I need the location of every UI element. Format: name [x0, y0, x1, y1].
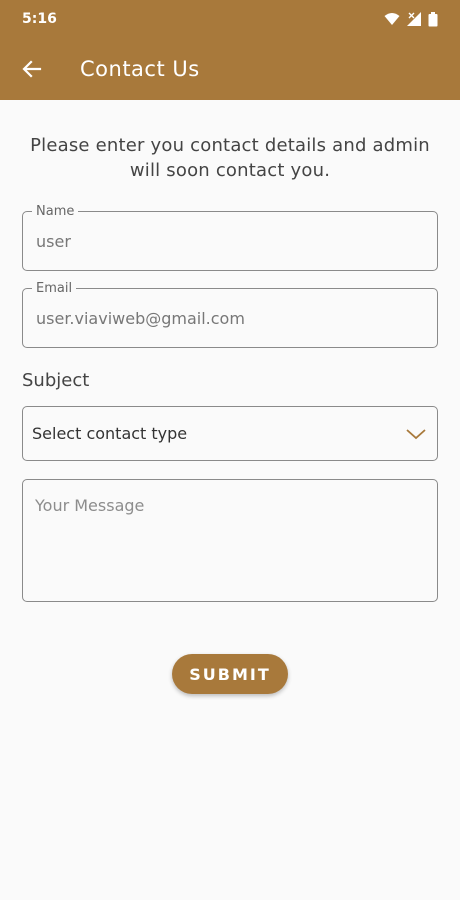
name-field[interactable]: Name	[22, 204, 438, 271]
toolbar: Contact Us	[0, 38, 460, 100]
back-button[interactable]	[0, 38, 64, 100]
submit-button[interactable]: SUBMIT	[172, 654, 288, 694]
name-input[interactable]	[36, 212, 426, 270]
subject-label: Subject	[22, 370, 90, 391]
page-title: Contact Us	[80, 57, 200, 81]
message-input[interactable]	[35, 496, 425, 591]
chevron-down-icon	[406, 428, 426, 439]
intro-text: Please enter you contact details and adm…	[30, 135, 430, 181]
contact-type-value: Select contact type	[32, 424, 188, 443]
email-input[interactable]	[36, 289, 426, 347]
status-time: 5:16	[22, 11, 57, 27]
wifi-icon	[384, 13, 400, 25]
message-field[interactable]	[22, 479, 438, 602]
email-field[interactable]: Email	[22, 281, 438, 348]
status-icons	[384, 11, 438, 27]
app-bar: 5:16 Contact Us	[0, 0, 460, 100]
status-bar: 5:16	[0, 0, 460, 38]
contact-type-select[interactable]: Select contact type	[22, 406, 438, 461]
signal-icon	[407, 12, 421, 26]
battery-icon	[428, 11, 438, 26]
arrow-left-icon	[22, 60, 42, 78]
